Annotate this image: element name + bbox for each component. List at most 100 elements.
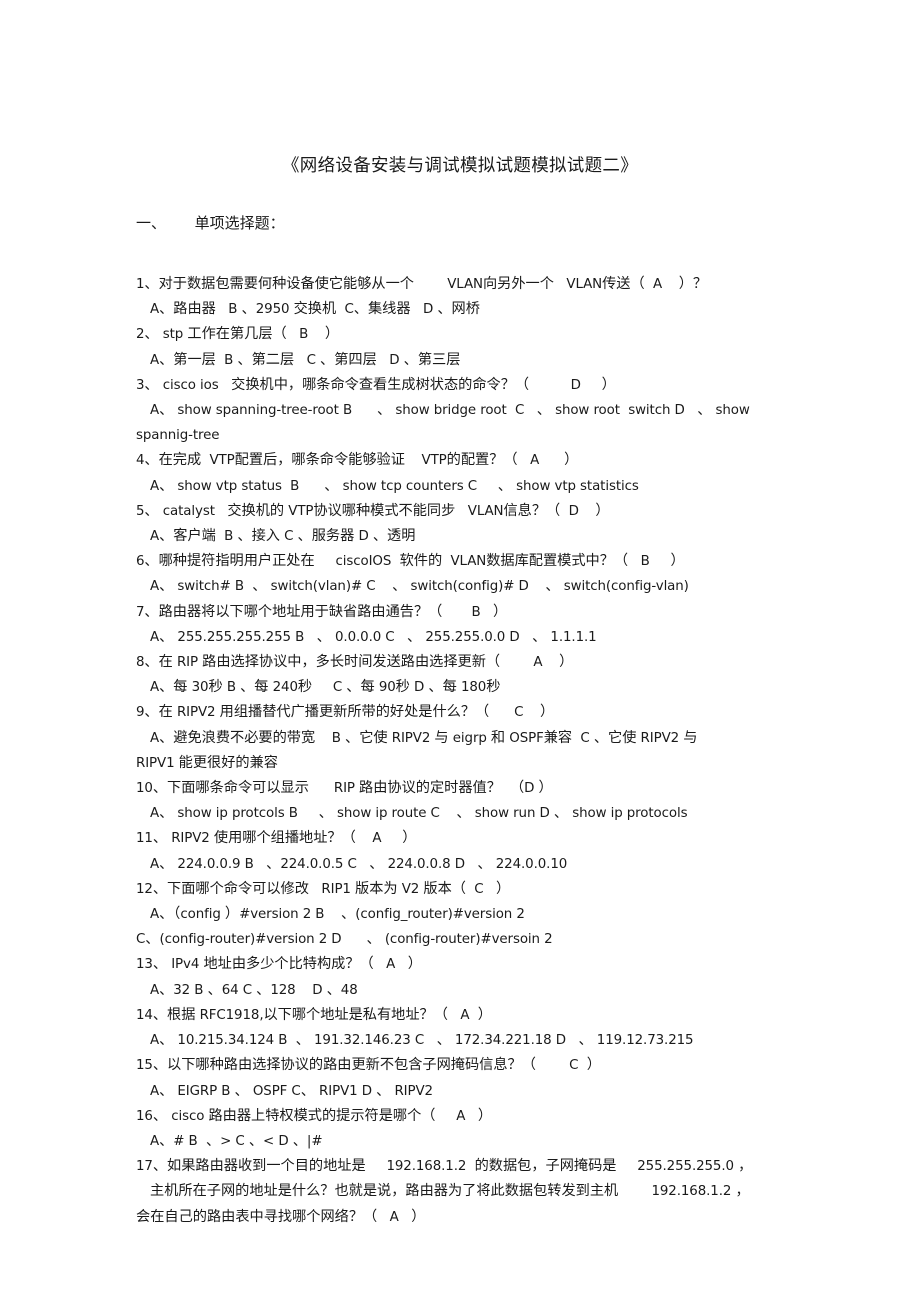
question-stem: 15、以下哪种路由选择协议的路由更新不包含子网掩码信息？（ C ）: [136, 1057, 601, 1074]
question-stem: 13、 IPv4 地址由多少个比特构成？（ A ）: [136, 956, 422, 973]
latin-run: show vtp status B: [173, 478, 325, 494]
latin-run: 90: [374, 680, 396, 696]
latin-run: 7: [136, 604, 145, 620]
latin-run: RIPV1: [136, 755, 179, 771]
latin-run: 2950: [255, 302, 294, 318]
latin-run: VTP: [404, 453, 447, 469]
question-stem: 17、如果路由器收到一个目的地址是 192.168.1.2 的数据包，子网掩码是…: [136, 1158, 753, 1175]
latin-run: 255.255.0.0 D: [421, 629, 533, 645]
latin-run: 32 B: [173, 982, 208, 998]
latin-run: 48: [340, 982, 358, 998]
latin-run: show bridge root C: [391, 403, 537, 419]
latin-run: switch(vlan)# C: [266, 579, 393, 595]
question-options: A、# B 、> C 、< D 、|#: [150, 1132, 323, 1149]
section-heading-single-choice: 一、 单项选择题：: [136, 214, 285, 232]
latin-run: 0.0.0.0 C: [330, 629, 408, 645]
question-options: A、（config ）#version 2 B 、(config_router)…: [150, 906, 525, 923]
latin-run: B: [442, 604, 494, 620]
latin-run: A: [150, 1083, 160, 1099]
latin-run: A: [644, 277, 679, 292]
latin-run: C: [489, 705, 541, 721]
latin-run: 15: [136, 1058, 153, 1074]
latin-run: 224.0.0.5 C: [280, 856, 370, 872]
latin-run: 255.255.255.255 B: [173, 629, 317, 645]
latin-run: A: [150, 579, 160, 595]
latin-run: A: [150, 478, 160, 494]
page-title: 《网络设备安装与调试模拟试题模拟试题二》: [282, 156, 638, 176]
latin-run: B: [286, 327, 325, 343]
latin-run: A: [517, 453, 565, 469]
latin-run: 192.168.1.2: [618, 1184, 736, 1200]
latin-run: VTP: [201, 453, 235, 469]
latin-run: 1.1.1.1: [546, 629, 597, 645]
latin-run: C: [279, 529, 298, 545]
latin-run: RIP: [308, 781, 360, 797]
latin-run: RIPV1 D: [314, 1083, 377, 1099]
latin-run: 172.34.221.18 D: [450, 1033, 579, 1049]
latin-run: 128 D: [270, 982, 327, 998]
latin-run: C: [572, 730, 594, 746]
latin-run: cisco: [167, 1108, 209, 1124]
latin-run: A: [447, 1007, 478, 1023]
latin-run: D: [354, 529, 373, 545]
latin-run: VLAN: [414, 277, 483, 292]
latin-run: 12: [136, 881, 153, 897]
latin-run: A: [435, 1108, 478, 1124]
latin-run: catalyst: [158, 503, 228, 519]
question-stem: 10、下面哪条命令可以显示 RIP 路由协议的定时器值？ （D ）: [136, 780, 553, 797]
question-options: A、 show ip protcols B 、 show ip route C …: [150, 805, 688, 822]
latin-run: OSPF: [505, 730, 544, 746]
latin-run: A: [150, 730, 160, 746]
latin-run: (config-router)#versoin 2: [380, 932, 553, 948]
question-options: A、每 30秒 B 、每 240秒 C 、每 90秒 D 、每 180秒: [150, 679, 501, 696]
latin-run: RIPV2: [167, 831, 214, 847]
question-options-continued: C、(config-router)#version 2 D 、 (config-…: [136, 931, 553, 948]
latin-run: show ip protcols B: [173, 806, 319, 822]
question-options: A、32 B 、64 C 、128 D 、48: [150, 981, 358, 998]
latin-run: D: [409, 680, 429, 696]
latin-run: C: [535, 1058, 587, 1074]
latin-run: 8: [136, 655, 145, 671]
latin-run: cisco ios: [158, 377, 232, 393]
latin-run: switch# B: [173, 579, 253, 595]
latin-run: 10.215.34.124 B: [173, 1033, 296, 1049]
latin-run: < D: [263, 1133, 293, 1149]
latin-run: A: [150, 907, 160, 923]
latin-run: spannig-tree: [136, 428, 220, 444]
question-options: A、避免浪费不必要的带宽 B 、它使 RIPV2 与 eigrp 和 OSPF兼…: [150, 729, 698, 746]
latin-run: RIPV2: [387, 730, 435, 746]
question-stem: 2、 stp 工作在第几层（ B ）: [136, 326, 340, 343]
latin-run: B: [215, 352, 238, 368]
latin-run: 1: [136, 277, 145, 292]
latin-run: switch(config-vlan): [559, 579, 689, 595]
latin-run: A: [150, 529, 160, 545]
latin-run: RIP1: [308, 881, 355, 897]
latin-run: VLAN: [442, 554, 487, 570]
latin-run: IPv4: [167, 957, 204, 973]
latin-run: 224.0.0.8 D: [383, 856, 478, 872]
latin-run: VTP: [284, 503, 314, 519]
latin-run: C: [294, 352, 321, 368]
latin-run: show spanning-tree-root B: [173, 403, 377, 419]
latin-run: 224.0.0.10: [491, 856, 568, 872]
question-options: A、客户端 B 、接入 C 、服务器 D 、透明: [150, 528, 416, 545]
latin-run: show ip protocols: [568, 806, 688, 822]
latin-run: show: [711, 403, 750, 419]
question-options-continued: 会在自己的路由表中寻找哪个网络？（ A ）: [136, 1208, 426, 1225]
latin-run: 180: [456, 680, 487, 696]
latin-run: 30: [187, 680, 209, 696]
latin-run: OSPF C: [248, 1083, 301, 1099]
latin-run: switch(config)# D: [406, 579, 546, 595]
latin-run: A: [150, 856, 160, 872]
latin-run: D: [410, 302, 438, 318]
question-options-continued: spannig-tree: [136, 423, 796, 448]
latin-run: (config-router)#version 2 D: [159, 932, 367, 948]
latin-run: D: [524, 781, 539, 797]
latin-run: 10: [136, 781, 153, 797]
question-options: A、 EIGRP B 、 OSPF C、 RIPV1 D 、 RIPV2: [150, 1082, 433, 1099]
latin-run: show run D: [470, 806, 554, 822]
latin-run: B: [215, 302, 242, 318]
latin-run: 16: [136, 1108, 153, 1124]
question-stem: 5、 catalyst 交换机的 VTP协议哪种模式不能同步 VLAN信息？（ …: [136, 502, 610, 519]
latin-run: A: [150, 1033, 160, 1049]
